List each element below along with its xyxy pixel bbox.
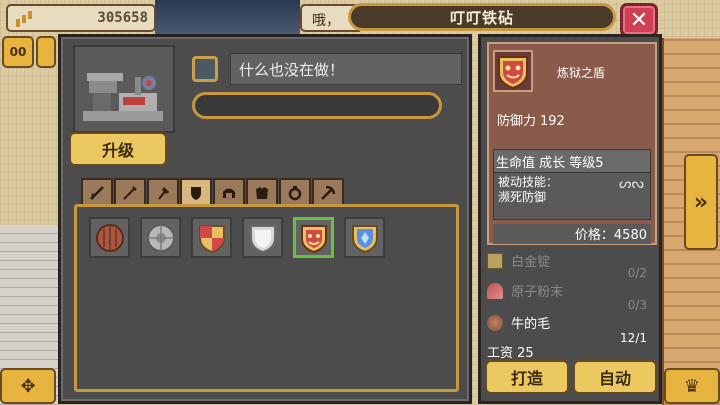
crown-button[interactable]: ♛ — [664, 368, 720, 404]
craft-progress-bar — [192, 92, 442, 119]
purgatory-shield-icon — [300, 224, 327, 253]
wooden-round-shield-icon — [95, 223, 124, 252]
anvil-machine — [73, 45, 175, 133]
menu-button-secondary[interactable] — [36, 36, 56, 68]
defense-value: 192 — [540, 114, 565, 129]
iron-round-shield-icon — [146, 223, 175, 252]
cow-hair-icon — [487, 314, 503, 331]
pickaxe-icon — [321, 185, 336, 200]
auto-button[interactable]: 自动 — [573, 360, 657, 394]
item-slot[interactable] — [344, 217, 385, 258]
item-slot[interactable] — [293, 217, 334, 258]
sword-icon — [90, 185, 104, 200]
item-slot[interactable] — [191, 217, 232, 258]
detail-item-icon — [493, 50, 533, 92]
material-count: 0/3 — [627, 298, 647, 312]
move-button[interactable]: ✥ — [0, 368, 56, 404]
detail-panel: 炼狱之盾 防御力 192 生命值 成长 等级5 被动技能： 濒死防御 ᔕᔓ 价格：… — [478, 34, 662, 404]
anvil-icon — [83, 73, 163, 121]
silver-shield-icon — [249, 224, 276, 253]
status-checkbox[interactable] — [192, 56, 218, 82]
craft-button[interactable]: 打造 — [485, 360, 569, 394]
defense-stat: 防御力 192 — [497, 110, 565, 129]
armor-icon — [256, 186, 268, 199]
material-count: 0/2 — [627, 266, 647, 280]
material-name: 原子粉末 — [511, 285, 564, 300]
tab-ring[interactable] — [279, 178, 311, 205]
shield-icon — [191, 186, 201, 200]
next-page-button[interactable]: » — [684, 154, 718, 250]
material-name: 白金锭 — [511, 255, 551, 270]
platinum-ingot-icon — [487, 252, 503, 269]
item-tags: 生命值 成长 等级5 — [493, 149, 651, 173]
helmet-icon — [223, 188, 235, 198]
upgrade-button[interactable]: 升级 — [69, 132, 167, 166]
atomic-powder-icon — [487, 282, 503, 299]
items-panel — [74, 204, 459, 392]
close-button[interactable]: ✕ — [620, 3, 658, 37]
coin-value: 305658 — [97, 10, 148, 26]
item-detail-card: 炼狱之盾 防御力 192 生命值 成长 等级5 被动技能： 濒死防御 ᔕᔓ 价格：… — [487, 42, 657, 245]
ring-icon — [288, 185, 302, 200]
lungs-icon: ᔕᔓ — [619, 176, 644, 192]
workshop-panel: 升级 什么也没在做！ — [58, 34, 472, 404]
defense-label: 防御力 — [497, 114, 537, 129]
tab-shield[interactable] — [180, 178, 212, 205]
item-name: 炼狱之盾 — [557, 66, 606, 80]
passive-skill-name: 濒死防御 — [498, 190, 547, 204]
background-window — [155, 0, 300, 34]
spear-icon — [123, 185, 137, 200]
window-title: 叮叮铁砧 — [348, 3, 616, 31]
tab-pickaxe[interactable] — [312, 178, 344, 205]
item-price: 价格：4580 — [493, 224, 651, 244]
status-text: 什么也没在做！ — [230, 53, 462, 85]
tab-spear[interactable] — [114, 178, 146, 205]
item-slot[interactable] — [140, 217, 181, 258]
material-name: 牛的毛 — [511, 317, 551, 332]
material-count: 12/1 — [620, 331, 647, 345]
tab-helmet[interactable] — [213, 178, 245, 205]
purgatory-shield-icon — [498, 56, 528, 89]
coin-counter: 305658 — [6, 4, 156, 32]
passive-skill-box: 被动技能： 濒死防御 ᔕᔓ — [493, 172, 651, 220]
wage-text: 工资 25 — [487, 346, 534, 361]
heraldic-shield-icon — [198, 224, 225, 253]
item-slot[interactable] — [89, 217, 130, 258]
tab-armor[interactable] — [246, 178, 278, 205]
tab-axe[interactable] — [147, 178, 179, 205]
axe-icon — [158, 186, 169, 200]
item-grid — [89, 217, 385, 258]
tab-sword[interactable] — [81, 178, 113, 205]
item-slot[interactable] — [242, 217, 283, 258]
material-row: 牛的毛 — [487, 313, 655, 332]
coins-icon — [14, 9, 34, 27]
crystal-shield-icon — [351, 224, 378, 253]
menu-button[interactable]: 00 — [2, 36, 34, 68]
category-tabs — [81, 178, 344, 205]
